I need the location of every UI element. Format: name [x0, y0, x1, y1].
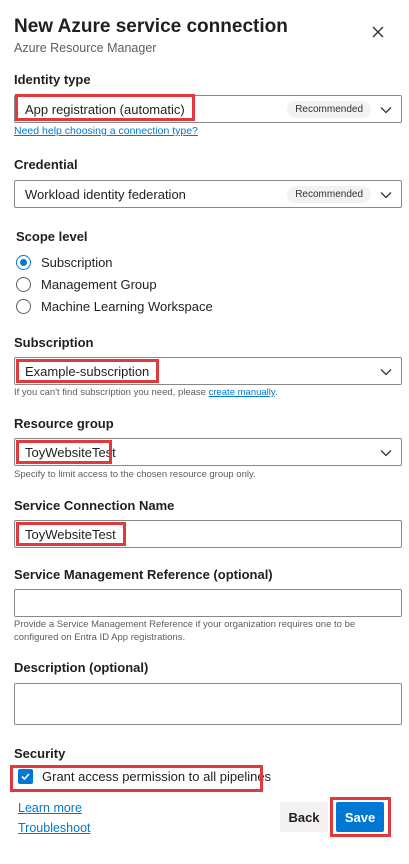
scope-option-management-group[interactable]: Management Group: [16, 275, 157, 293]
chevron-down-icon: [380, 192, 392, 199]
subscription-label: Subscription: [14, 335, 94, 350]
radio-checked-icon: [16, 254, 31, 270]
grant-access-label: Grant access permission to all pipelines: [42, 769, 272, 784]
close-icon: [372, 26, 384, 38]
service-management-reference-label: Service Management Reference (optional): [14, 567, 273, 582]
recommended-badge: Recommended: [287, 186, 371, 203]
radio-unchecked-icon: [16, 298, 31, 314]
service-connection-name-value: ToyWebsiteTest: [25, 527, 116, 542]
service-connection-name-input[interactable]: ToyWebsiteTest: [14, 520, 402, 548]
resource-group-dropdown[interactable]: ToyWebsiteTest: [14, 438, 402, 466]
back-button[interactable]: Back: [280, 802, 328, 832]
identity-type-value: App registration (automatic): [25, 102, 185, 117]
credential-dropdown[interactable]: Workload identity federation Recommended: [14, 180, 402, 208]
subscription-value: Example-subscription: [25, 364, 150, 379]
create-manually-link[interactable]: create manually: [209, 387, 275, 398]
connection-type-help-link[interactable]: Need help choosing a connection type?: [14, 125, 198, 137]
subscription-hint-text: If you can't find subscription you need,…: [14, 387, 209, 398]
service-management-reference-hint: Provide a Service Management Reference i…: [14, 618, 355, 644]
chevron-down-icon: [380, 107, 392, 114]
resource-group-hint: Specify to limit access to the chosen re…: [14, 469, 256, 480]
hint-line: configured on Entra ID App registrations…: [14, 632, 186, 643]
resource-group-value: ToyWebsiteTest: [25, 445, 116, 460]
checkbox-checked-icon: [18, 769, 33, 784]
chevron-down-icon: [380, 369, 392, 376]
hint-line: Provide a Service Management Reference i…: [14, 619, 356, 630]
subscription-dropdown[interactable]: Example-subscription: [14, 357, 402, 385]
resource-group-label: Resource group: [14, 416, 114, 431]
credential-value: Workload identity federation: [25, 187, 186, 202]
scope-option-label: Subscription: [41, 254, 113, 270]
identity-type-label: Identity type: [14, 72, 91, 87]
credential-label: Credential: [14, 157, 78, 172]
learn-more-link[interactable]: Learn more: [18, 801, 82, 815]
scope-option-label: Management Group: [41, 276, 157, 292]
description-textarea[interactable]: [14, 683, 402, 725]
scope-level-label: Scope level: [16, 229, 88, 244]
security-label: Security: [14, 746, 66, 761]
identity-type-dropdown[interactable]: App registration (automatic) Recommended: [14, 95, 402, 123]
save-button[interactable]: Save: [336, 802, 384, 832]
service-connection-name-label: Service Connection Name: [14, 498, 175, 513]
subscription-hint-suffix: .: [274, 387, 278, 398]
scope-option-label: Machine Learning Workspace: [41, 298, 213, 314]
radio-unchecked-icon: [16, 276, 31, 292]
dialog-title: New Azure service connection: [14, 16, 288, 37]
chevron-down-icon: [380, 450, 392, 457]
troubleshoot-link[interactable]: Troubleshoot: [18, 821, 91, 835]
scope-option-ml-workspace[interactable]: Machine Learning Workspace: [16, 297, 213, 315]
service-management-reference-input[interactable]: [14, 589, 402, 617]
dialog-subtitle: Azure Resource Manager: [14, 41, 157, 55]
subscription-hint: If you can't find subscription you need,…: [14, 386, 278, 399]
grant-access-checkbox[interactable]: Grant access permission to all pipelines: [18, 769, 271, 784]
description-label: Description (optional): [14, 660, 149, 675]
recommended-badge: Recommended: [287, 101, 371, 118]
scope-option-subscription[interactable]: Subscription: [16, 253, 113, 271]
close-button[interactable]: [368, 22, 388, 42]
